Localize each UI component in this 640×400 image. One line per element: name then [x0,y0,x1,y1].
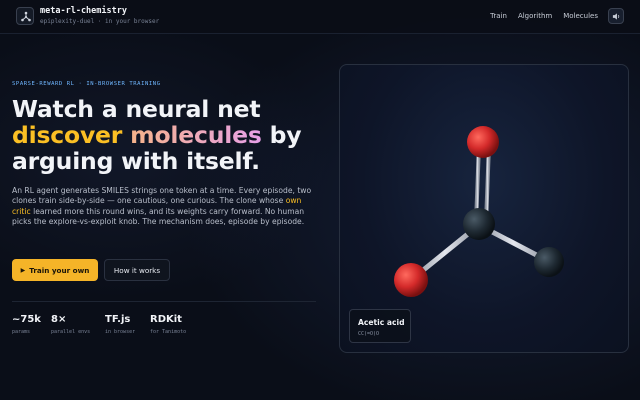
stat-label: for Tanimoto [150,329,187,335]
nav-link-molecules[interactable]: Molecules [563,12,598,20]
brand-tagline: epiplexity-duel · in your browser [40,18,160,25]
stat-value: 8× [51,314,67,325]
train-your-own-label: Train your own [29,265,90,275]
molecule-info-card: Acetic acid CC(=O)O [349,309,411,343]
stat-value: TF.js [105,314,131,325]
molecule-logo-icon [21,11,31,22]
hero-divider [12,301,316,302]
hero-description: An RL agent generates SMILES strings one… [12,186,312,228]
stat-label: params [12,329,31,335]
logo[interactable] [16,7,34,25]
sound-toggle-button[interactable] [608,8,624,24]
stat-label: in browser [105,329,136,335]
molecule-viewer[interactable]: Acetic acid CC(=O)O [339,64,629,353]
hero-eyebrow: SPARSE-REWARD RL · IN-BROWSER TRAINING [12,81,161,87]
stat-rdkit: RDKit for Tanimoto [150,314,186,335]
nav-link-train[interactable]: Train [490,12,507,20]
headline-highlight-molecules: molecules [130,121,262,149]
stat-label: parallel envs [51,329,91,335]
atom-oxygen-top [467,126,499,158]
main-nav: Train Algorithm Molecules [490,12,598,20]
atom-oxygen-hydroxyl [394,263,428,297]
train-your-own-button[interactable]: ▶ Train your own [12,259,98,281]
molecule-name: Acetic acid [358,318,405,327]
headline-line1: Watch a neural net [12,95,261,123]
nav-link-algorithm[interactable]: Algorithm [518,12,552,20]
top-bar: meta-rl-chemistry epiplexity-duel · in y… [0,0,640,34]
desc-part2: learned more this round wins, and its we… [12,206,305,227]
molecule-smiles: CC(=O)O [358,331,380,337]
play-icon: ▶ [20,266,26,274]
hero-headline: Watch a neural net discover molecules by… [12,96,332,174]
stat-value: RDKit [150,314,182,325]
stat-tfjs: TF.js in browser [105,314,135,335]
how-it-works-button[interactable]: How it works [104,259,170,281]
atom-carbon-carbonyl [463,208,495,240]
stat-params: ~75k params [12,314,41,335]
desc-part1: An RL agent generates SMILES strings one… [12,186,312,206]
stat-value: ~75k [12,314,41,325]
atom-carbon-methyl [534,247,564,277]
brand-name[interactable]: meta-rl-chemistry [40,6,127,16]
headline-highlight-discover: discover [12,121,123,149]
stat-parallel-envs: 8× parallel envs [51,314,90,335]
speaker-icon [612,12,619,20]
